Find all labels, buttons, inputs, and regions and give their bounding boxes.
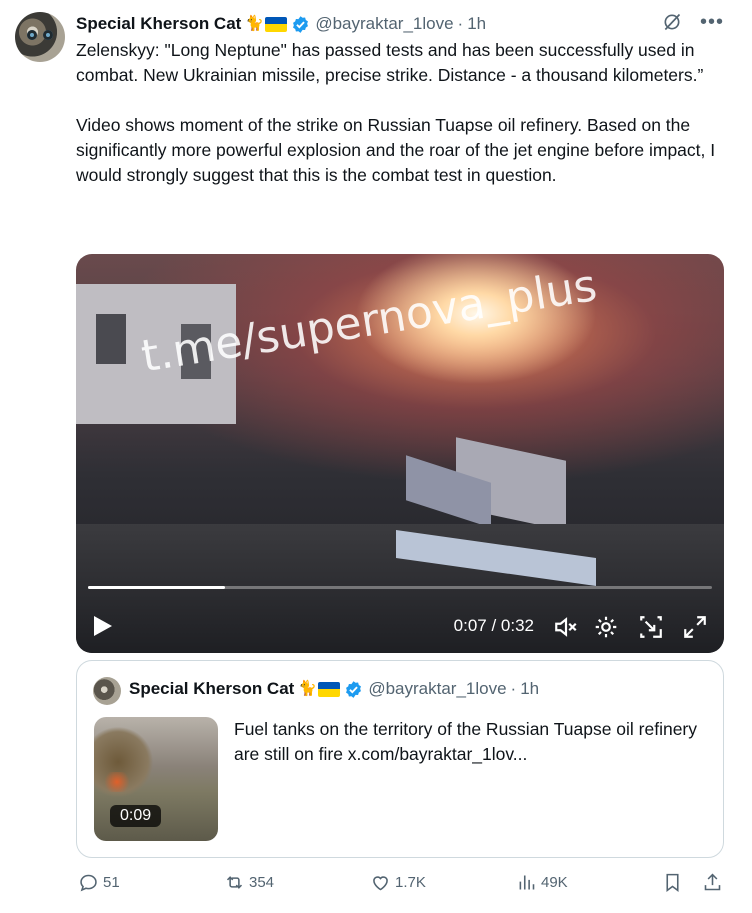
video-building bbox=[96, 314, 126, 364]
author-handle[interactable]: @bayraktar_1love bbox=[315, 14, 453, 34]
views-count: 49K bbox=[541, 874, 568, 891]
quoted-author-handle[interactable]: @bayraktar_1love bbox=[368, 679, 506, 699]
post-time[interactable]: 1h bbox=[467, 14, 486, 34]
video-progress-bar[interactable] bbox=[88, 586, 712, 589]
settings-gear-icon[interactable] bbox=[593, 614, 619, 640]
fullscreen-icon[interactable] bbox=[682, 614, 708, 640]
mute-icon[interactable] bbox=[553, 614, 579, 640]
heart-icon bbox=[373, 876, 388, 891]
quoted-tweet-text: Fuel tanks on the territory of the Russi… bbox=[234, 719, 698, 764]
avatar-eye bbox=[43, 30, 53, 40]
reply-count: 51 bbox=[103, 874, 120, 891]
quoted-name-emojis: 🐈 bbox=[298, 680, 341, 697]
reply-icon bbox=[80, 874, 97, 892]
like-count: 1.7K bbox=[395, 874, 426, 891]
reply-button[interactable]: 51 bbox=[78, 872, 120, 893]
verified-badge-icon bbox=[346, 680, 362, 698]
share-icon bbox=[704, 873, 721, 891]
ukraine-flag-icon bbox=[318, 681, 341, 697]
like-button[interactable]: 1.7K bbox=[370, 872, 426, 893]
bookmark-button[interactable] bbox=[662, 872, 683, 893]
tweet-action-bar: 51 354 1.7K 49K bbox=[76, 872, 726, 900]
video-watermark: t.me/supernova_plus bbox=[138, 260, 601, 383]
tweet-text: Zelenskyy: "Long Neptune" has passed tes… bbox=[76, 40, 716, 185]
views-chart-icon bbox=[519, 875, 535, 890]
more-options-icon[interactable]: ••• bbox=[700, 12, 724, 32]
tweet-header: Special Kherson Cat 🐈 @bayraktar_1love ·… bbox=[76, 12, 486, 36]
cat-emoji-icon: 🐈 bbox=[245, 15, 265, 32]
avatar-eye bbox=[27, 30, 37, 40]
repost-count: 354 bbox=[249, 874, 275, 891]
ukraine-flag-icon bbox=[265, 16, 288, 32]
quoted-author-name[interactable]: Special Kherson Cat bbox=[129, 679, 294, 699]
bookmark-icon bbox=[666, 873, 679, 892]
cat-emoji-icon: 🐈 bbox=[298, 680, 318, 697]
video-controls: 0:07 / 0:32 bbox=[76, 609, 724, 645]
name-emojis: 🐈 bbox=[245, 15, 288, 32]
author-name[interactable]: Special Kherson Cat bbox=[76, 14, 241, 34]
quoted-tweet[interactable]: Special Kherson Cat 🐈 @bayraktar_1love ·… bbox=[76, 660, 724, 858]
verified-badge-icon bbox=[293, 15, 309, 33]
quoted-video-duration: 0:09 bbox=[110, 805, 162, 827]
quoted-post-time[interactable]: 1h bbox=[520, 679, 539, 699]
share-button[interactable] bbox=[702, 872, 723, 893]
grok-icon[interactable] bbox=[662, 12, 682, 32]
author-avatar[interactable] bbox=[15, 12, 65, 62]
picture-in-picture-icon[interactable] bbox=[638, 614, 664, 640]
repost-icon bbox=[226, 876, 243, 889]
quoted-tweet-header: Special Kherson Cat 🐈 @bayraktar_1love ·… bbox=[129, 679, 539, 699]
quoted-video-thumbnail[interactable]: 0:09 bbox=[94, 717, 218, 841]
tweet-top-actions: ••• bbox=[662, 12, 724, 32]
video-player[interactable]: t.me/supernova_plus 0:07 / 0:32 bbox=[76, 254, 724, 653]
video-progress-fill bbox=[88, 586, 226, 589]
quoted-author-avatar[interactable] bbox=[93, 677, 121, 705]
play-icon[interactable] bbox=[94, 616, 112, 636]
separator-dot: · bbox=[457, 14, 464, 33]
thumbnail-fire bbox=[102, 772, 132, 792]
repost-button[interactable]: 354 bbox=[224, 872, 274, 893]
video-time: 0:07 / 0:32 bbox=[453, 616, 534, 635]
views-button[interactable]: 49K bbox=[516, 872, 568, 893]
separator-dot: · bbox=[510, 679, 517, 698]
